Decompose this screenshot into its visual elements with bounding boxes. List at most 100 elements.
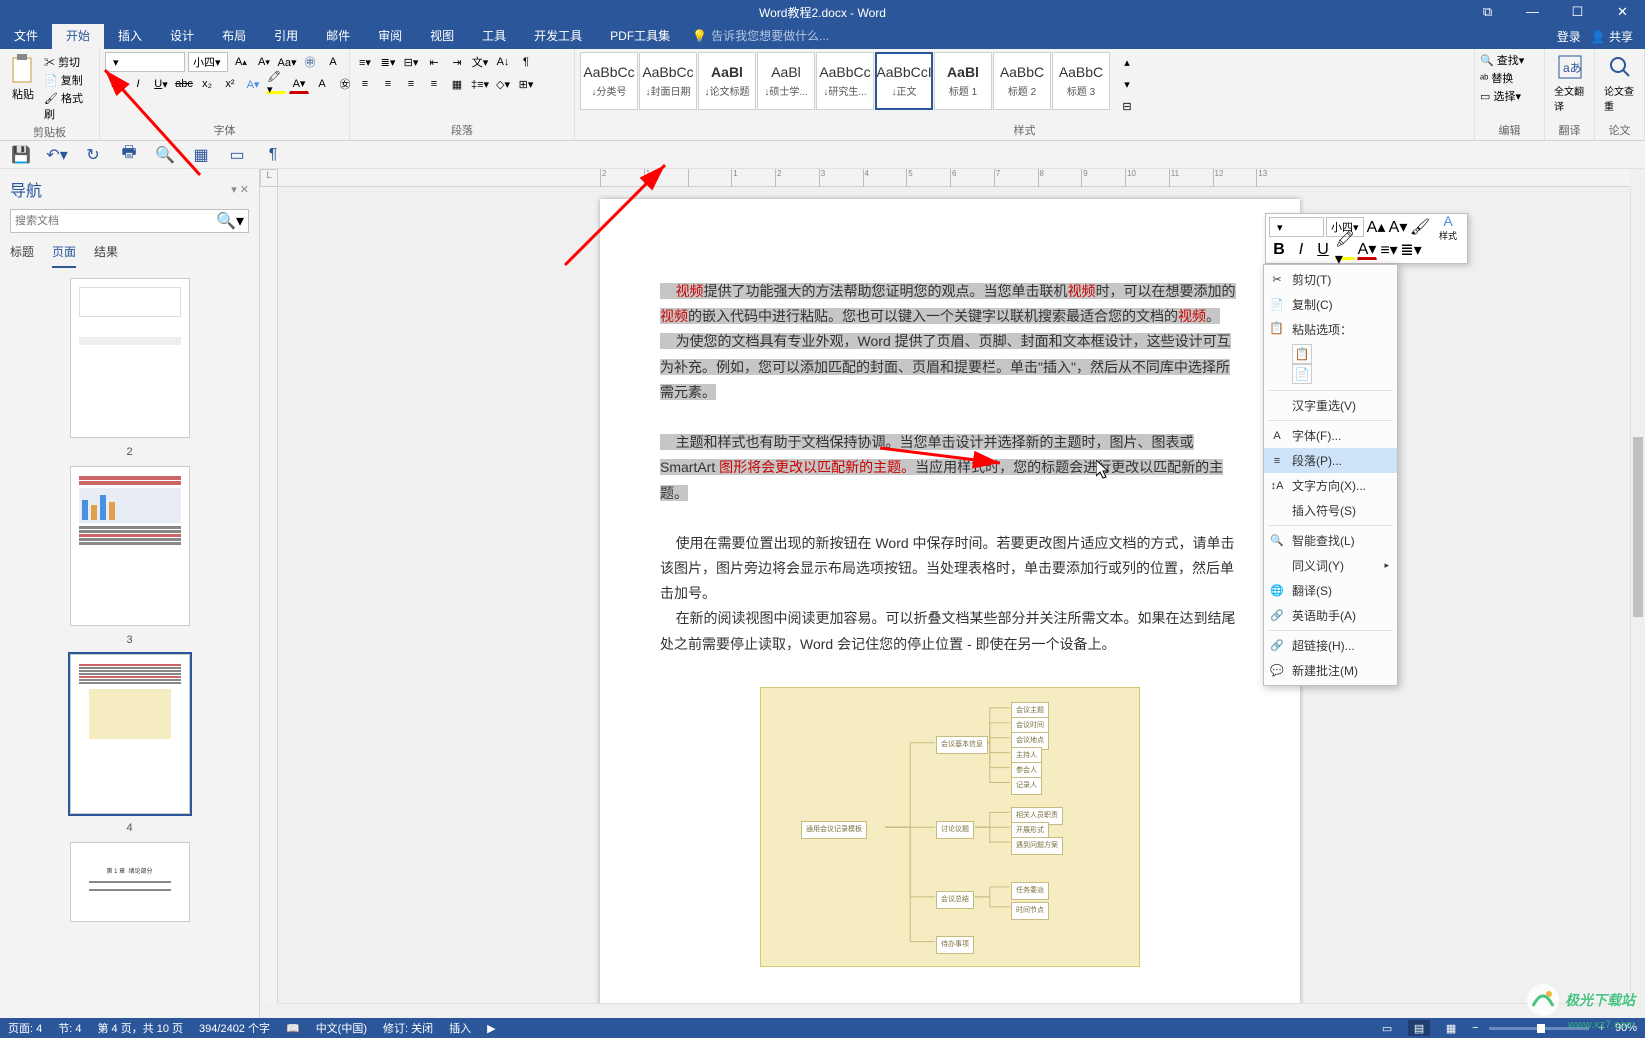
show-marks-button[interactable]: ¶ (516, 52, 536, 72)
ribbon-opts-icon[interactable]: ⧉ (1465, 4, 1510, 20)
document-page[interactable]: 视频提供了功能强大的方法帮助您证明您的观点。当您单击联机视频时，可以在想要添加的… (600, 199, 1300, 1018)
zoom-out-button[interactable]: − (1472, 1022, 1478, 1034)
line-spacing-button[interactable]: ‡≡▾ (470, 74, 490, 94)
qat-table-button[interactable]: ▦ (190, 144, 212, 166)
ctx-comment[interactable]: 💬新建批注(M) (1264, 658, 1397, 683)
tab-review[interactable]: 审阅 (364, 22, 416, 49)
doc-paragraph[interactable]: 使用在需要位置出现的新按钮在 Word 中保存时间。若要更改图片适应文档的方式，… (660, 531, 1240, 607)
vertical-scrollbar[interactable] (1630, 187, 1645, 1003)
multilevel-list-button[interactable]: ⊟▾ (401, 52, 421, 72)
horizontal-ruler[interactable]: 2112345678910111213 (600, 169, 1300, 187)
status-dict-icon[interactable]: 📖 (286, 1022, 300, 1035)
underline-button[interactable]: U▾ (151, 74, 171, 94)
justify-button[interactable]: ≡ (424, 74, 444, 94)
search-icon[interactable]: 🔍▾ (216, 211, 244, 231)
paste-button[interactable]: 粘贴 (5, 52, 41, 104)
login-link[interactable]: 登录 (1557, 28, 1581, 45)
copy-button[interactable]: 📄 复制 (44, 72, 94, 88)
embedded-image[interactable]: 通用会议记录模板 会议基本信息 讨论议题 会议总结 待办事项 会议主题 会议时间… (760, 687, 1140, 967)
mini-font-color[interactable]: A▾ (1357, 240, 1377, 260)
find-button[interactable]: 🔍 查找▾ (1480, 52, 1524, 68)
tab-design[interactable]: 设计 (156, 22, 208, 49)
style-item-4[interactable]: AaBbCc↓研究生... (816, 52, 874, 110)
align-center-button[interactable]: ≡ (378, 74, 398, 94)
status-track[interactable]: 修订: 关闭 (383, 1020, 433, 1036)
qat-paragraph-button[interactable]: ¶ (262, 144, 284, 166)
nav-tab-headings[interactable]: 标题 (10, 243, 34, 268)
ctx-smartfind[interactable]: 🔍智能查找(L) (1264, 528, 1397, 553)
number-list-button[interactable]: ≣▾ (378, 52, 398, 72)
tab-layout[interactable]: 布局 (208, 22, 260, 49)
thumb-page-4[interactable] (70, 654, 190, 814)
subscript-button[interactable]: x₂ (197, 74, 217, 94)
replace-button[interactable]: ᵃᵇ 替换 (1480, 70, 1513, 86)
thumb-page-3[interactable] (70, 466, 190, 626)
tell-me-box[interactable]: 💡 告诉我您想要做什么... (692, 22, 829, 49)
nav-search-input[interactable] (15, 215, 216, 227)
tab-references[interactable]: 引用 (260, 22, 312, 49)
font-family-combo[interactable]: ▾ (105, 52, 185, 72)
ctx-symbol[interactable]: 插入符号(S) (1264, 498, 1397, 523)
status-words[interactable]: 394/2402 个字 (199, 1020, 270, 1036)
superscript-button[interactable]: x² (220, 74, 240, 94)
style-item-8[interactable]: AaBbC标题 3 (1052, 52, 1110, 110)
ctx-hyperlink[interactable]: 🔗超链接(H)... (1264, 633, 1397, 658)
doc-paragraph[interactable]: 主题和样式也有助于文档保持协调。当您单击设计并选择新的主题时，图片、图表或 Sm… (660, 430, 1240, 506)
qat-print-button[interactable]: 🖶 (118, 144, 140, 166)
styles-gallery[interactable]: AaBbCc↓分类号AaBbCc↓封面日期AaBl↓论文标题AaBl↓硕士学..… (580, 52, 1110, 110)
doc-paragraph[interactable]: 视频提供了功能强大的方法帮助您证明您的观点。当您单击联机视频时，可以在想要添加的… (660, 279, 1240, 329)
thumb-page-5[interactable]: 第 1 章 绪论部分 (70, 842, 190, 922)
tab-mailings[interactable]: 邮件 (312, 22, 364, 49)
view-read-mode[interactable]: ▭ (1376, 1020, 1398, 1036)
distributed-button[interactable]: ▦ (447, 74, 467, 94)
ctx-cut[interactable]: ✂剪切(T) (1264, 267, 1397, 292)
tab-selector[interactable]: L (260, 169, 278, 187)
view-web-layout[interactable]: ▦ (1440, 1020, 1462, 1036)
phonetic-guide-button[interactable]: ㊥ (300, 52, 320, 72)
styles-scroll-down[interactable]: ▾ (1117, 74, 1137, 94)
change-case-button[interactable]: Aa▾ (277, 52, 297, 72)
style-item-3[interactable]: AaBl↓硕士学... (757, 52, 815, 110)
minimize-button[interactable]: — (1510, 4, 1555, 20)
asian-layout-button[interactable]: 文▾ (470, 52, 490, 72)
close-button[interactable]: ✕ (1600, 4, 1645, 20)
thesis-check-button[interactable]: 论文查重 (1600, 52, 1639, 120)
mini-bullets[interactable]: ≡▾ (1379, 240, 1399, 260)
decrease-indent-button[interactable]: ⇤ (424, 52, 444, 72)
status-insert[interactable]: 插入 (449, 1020, 471, 1036)
maximize-button[interactable]: ☐ (1555, 4, 1600, 20)
mini-numbering[interactable]: ≣▾ (1401, 240, 1421, 260)
char-shading-button[interactable]: A (312, 74, 332, 94)
font-color-button[interactable]: A▾ (289, 74, 309, 94)
mini-bold[interactable]: B (1269, 240, 1289, 260)
ctx-textdir[interactable]: ↕A文字方向(X)... (1264, 473, 1397, 498)
ctx-translate[interactable]: 🌐翻译(S) (1264, 578, 1397, 603)
grow-font-button[interactable]: A▴ (231, 52, 251, 72)
mini-styles-button[interactable]: A样式 (1432, 217, 1464, 237)
text-effects-button[interactable]: A▾ (243, 74, 263, 94)
vertical-ruler[interactable] (260, 187, 278, 1003)
shrink-font-button[interactable]: A▾ (254, 52, 274, 72)
mini-italic[interactable]: I (1291, 240, 1311, 260)
cut-button[interactable]: ✂ 剪切 (44, 54, 94, 70)
paste-text-only[interactable]: 📄 (1292, 364, 1312, 384)
tab-devtools[interactable]: 开发工具 (520, 22, 596, 49)
font-size-combo[interactable]: 小四 ▾ (188, 52, 228, 72)
nav-tab-pages[interactable]: 页面 (52, 243, 76, 268)
share-button[interactable]: 👤 共享 (1591, 28, 1633, 45)
mini-underline[interactable]: U (1313, 240, 1333, 260)
ctx-hanzi[interactable]: 汉字重选(V) (1264, 393, 1397, 418)
style-item-7[interactable]: AaBbC标题 2 (993, 52, 1051, 110)
tab-insert[interactable]: 插入 (104, 22, 156, 49)
nav-close-icon[interactable]: ✕ (240, 184, 249, 196)
qat-picture-button[interactable]: ▭ (226, 144, 248, 166)
mini-highlight[interactable]: 🖍▾ (1335, 240, 1355, 260)
style-item-0[interactable]: AaBbCc↓分类号 (580, 52, 638, 110)
ctx-synonym[interactable]: 同义词(Y)▸ (1264, 553, 1397, 578)
tab-home[interactable]: 开始 (52, 22, 104, 49)
mini-font-combo[interactable]: ▾ (1269, 217, 1324, 237)
nav-dropdown-icon[interactable]: ▾ (231, 184, 237, 196)
style-item-1[interactable]: AaBbCc↓封面日期 (639, 52, 697, 110)
mini-shrink-font[interactable]: A▾ (1388, 217, 1408, 237)
bold-button[interactable]: B (105, 74, 125, 94)
